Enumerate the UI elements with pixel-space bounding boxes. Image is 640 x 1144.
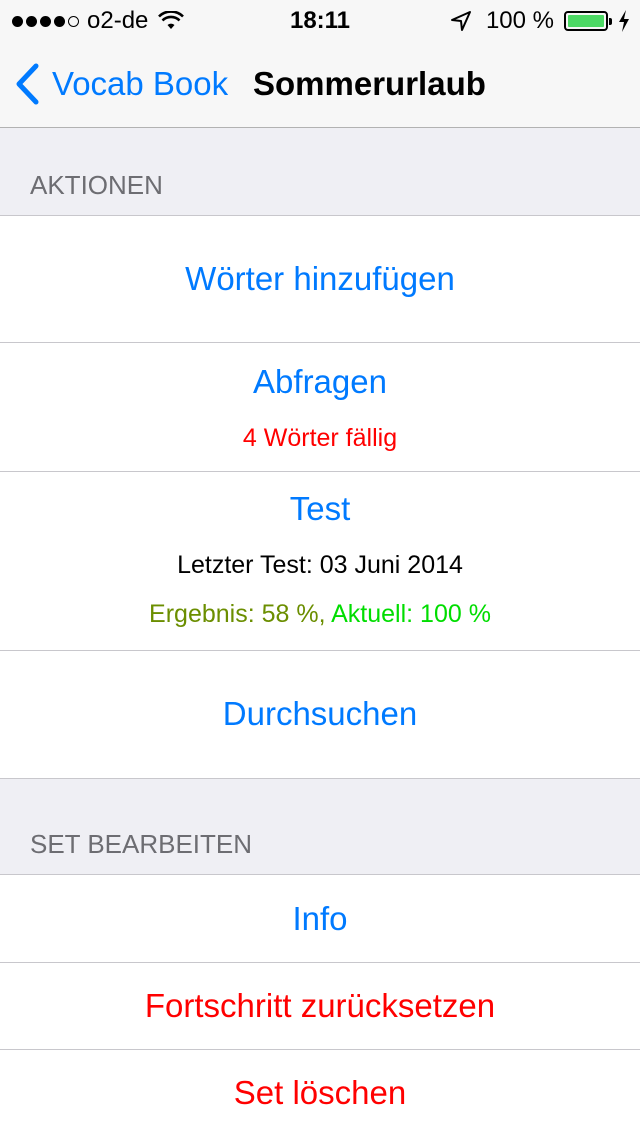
query-due-count: 4 Wörter fällig [242, 424, 398, 452]
test-results: Ergebnis: 58 %, Aktuell: 100 % [0, 600, 640, 629]
battery-icon [564, 11, 612, 31]
add-words-row[interactable]: Wörter hinzufügen [0, 216, 640, 342]
actions-group: Wörter hinzufügen Abfragen 4 Wörter fäll… [0, 215, 640, 779]
chevron-left-icon [16, 63, 39, 104]
test-row[interactable]: Test Letzter Test: 03 Juni 2014 Ergebnis… [0, 472, 640, 650]
info-row[interactable]: Info [0, 875, 640, 962]
location-icon [450, 11, 471, 31]
battery-level-fill [568, 15, 604, 27]
add-words-label: Wörter hinzufügen [185, 260, 455, 297]
reset-progress-row[interactable]: Fortschritt zurücksetzen [0, 963, 640, 1049]
last-test-date: Letzter Test: 03 Juni 2014 [177, 551, 463, 579]
browse-label: Durchsuchen [222, 695, 418, 732]
charging-icon [619, 10, 629, 32]
battery-percent: 100 % [485, 7, 554, 34]
query-row[interactable]: Abfragen 4 Wörter fällig [0, 343, 640, 471]
edit-set-group: Info Fortschritt zurücksetzen Set lösche… [0, 874, 640, 1144]
query-label: Abfragen [253, 363, 387, 400]
back-button-label: Vocab Book [52, 64, 229, 102]
test-label: Test [289, 490, 351, 527]
info-label: Info [292, 900, 348, 937]
page-title: Sommerurlaub [253, 65, 486, 102]
back-button[interactable]: Vocab Book [14, 40, 228, 127]
section-header-edit-set: SET BEARBEITEN [30, 829, 253, 859]
test-result-score: Ergebnis: 58 %, [149, 600, 326, 628]
navigation-bar: Vocab Book Sommerurlaub [0, 40, 640, 128]
battery-tip [609, 18, 612, 25]
status-bar: o2-de 18:11 100 % [0, 0, 640, 40]
test-current-score: Aktuell: 100 % [331, 600, 491, 628]
delete-set-label: Set löschen [233, 1074, 407, 1111]
delete-set-row[interactable]: Set löschen [0, 1050, 640, 1137]
browse-row[interactable]: Durchsuchen [0, 651, 640, 778]
reset-progress-label: Fortschritt zurücksetzen [144, 987, 496, 1024]
section-header-actions: AKTIONEN [30, 170, 163, 200]
status-right: 100 % [450, 7, 630, 35]
